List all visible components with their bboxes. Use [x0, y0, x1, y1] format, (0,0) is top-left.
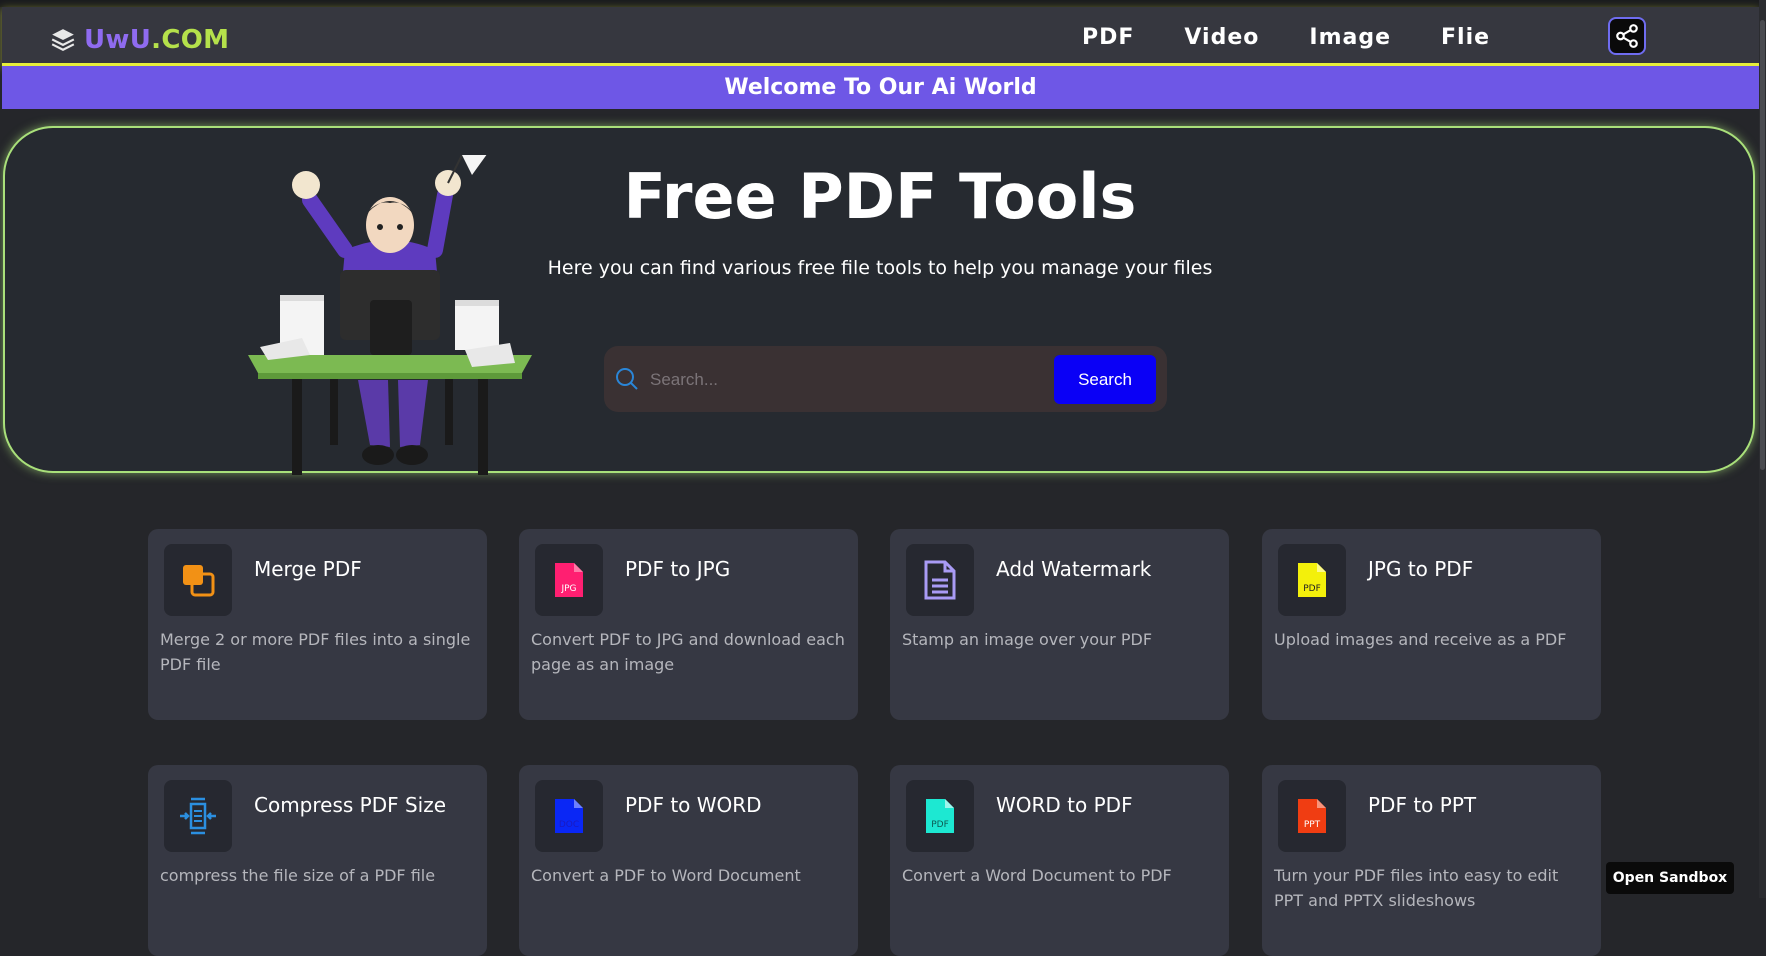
nav-link-image[interactable]: Image — [1309, 25, 1391, 50]
tool-title: PDF to WORD — [625, 793, 762, 817]
tool-icon-box: PDF — [906, 780, 974, 852]
share-icon — [1616, 24, 1638, 48]
tool-card-pdf-to-jpg[interactable]: JPG PDF to JPG Convert PDF to JPG and do… — [519, 529, 858, 720]
nav-links: PDF Video Image Flie — [1082, 25, 1540, 50]
tool-title: JPG to PDF — [1368, 557, 1474, 581]
tool-title: Add Watermark — [996, 557, 1152, 581]
tool-icon-box: PDF — [1278, 544, 1346, 616]
tool-icon-box: DOC — [535, 780, 603, 852]
tool-description: Convert a Word Document to PDF — [902, 866, 1172, 885]
navbar: UwU.COM PDF Video Image Flie — [2, 7, 1759, 66]
tool-icon-box — [164, 780, 232, 852]
logo-text-domain: .COM — [151, 25, 230, 55]
tool-description: compress the file size of a PDF file — [160, 866, 436, 885]
svg-text:PDF: PDF — [1303, 584, 1321, 594]
tool-description: Stamp an image over your PDF — [902, 630, 1153, 649]
hero-title: Free PDF Tools — [623, 160, 1137, 233]
tool-description: Convert a PDF to Word Document — [531, 866, 801, 885]
search-button[interactable]: Search — [1054, 355, 1156, 404]
svg-text:JPG: JPG — [560, 584, 576, 594]
logo[interactable]: UwU.COM — [50, 25, 229, 55]
top-strip — [0, 0, 1766, 7]
search-box: Search — [604, 346, 1167, 412]
layers-icon — [51, 29, 75, 51]
pdf-file-icon: PDF — [926, 799, 954, 833]
pdf-file-icon: PDF — [1298, 563, 1326, 597]
tool-card-pdf-to-word[interactable]: DOC PDF to WORD Convert a PDF to Word Do… — [519, 765, 858, 956]
tool-title: Compress PDF Size — [254, 793, 447, 817]
tool-card-jpg-to-pdf[interactable]: PDF JPG to PDF Upload images and receive… — [1262, 529, 1601, 720]
tool-card-word-to-pdf[interactable]: PDF WORD to PDF Convert a Word Document … — [890, 765, 1229, 956]
tool-card-pdf-to-ppt[interactable]: PPT PDF to PPT Turn your PDF files into … — [1262, 765, 1601, 956]
tool-description: Upload images and receive as a PDF — [1274, 630, 1567, 649]
hero-subtitle: Here you can find various free file tool… — [547, 257, 1213, 279]
nav-link-pdf[interactable]: PDF — [1082, 25, 1134, 50]
tool-title: PDF to PPT — [1368, 793, 1477, 817]
nav-link-file[interactable]: Flie — [1441, 25, 1490, 50]
merge-icon — [183, 565, 215, 597]
nav-link-video[interactable]: Video — [1184, 25, 1259, 50]
tool-description: Merge 2 or more PDF files into a single … — [160, 630, 471, 674]
compress-icon — [180, 797, 216, 835]
svg-text:DOC: DOC — [559, 820, 579, 830]
share-button[interactable] — [1608, 17, 1646, 55]
doc-file-icon: DOC — [555, 799, 583, 833]
svg-text:PDF: PDF — [931, 820, 949, 830]
logo-text-primary: UwU — [84, 25, 152, 55]
tool-title: PDF to JPG — [625, 557, 731, 581]
jpg-file-icon: JPG — [555, 563, 583, 597]
ppt-file-icon: PPT — [1298, 799, 1326, 833]
tool-icon-box: PPT — [1278, 780, 1346, 852]
tool-title: Merge PDF — [254, 557, 362, 581]
search-input[interactable] — [648, 359, 1022, 401]
document-icon — [924, 560, 956, 600]
logo-text: UwU.COM — [84, 25, 229, 55]
welcome-banner: Welcome To Our Ai World — [2, 66, 1759, 109]
tool-icon-box — [906, 544, 974, 616]
tool-card-merge-pdf[interactable]: Merge PDF Merge 2 or more PDF files into… — [148, 529, 487, 720]
scrollbar-thumb[interactable] — [1760, 20, 1765, 470]
svg-text:PPT: PPT — [1304, 820, 1321, 830]
tool-icon-box — [164, 544, 232, 616]
open-sandbox-button[interactable]: Open Sandbox — [1606, 862, 1734, 894]
tool-card-compress-pdf[interactable]: Compress PDF Size compress the file size… — [148, 765, 487, 956]
tool-card-add-watermark[interactable]: Add Watermark Stamp an image over your P… — [890, 529, 1229, 720]
tool-description: Turn your PDF files into easy to edit PP… — [1274, 866, 1559, 910]
tool-icon-box: JPG — [535, 544, 603, 616]
search-icon — [616, 368, 638, 390]
tool-title: WORD to PDF — [996, 793, 1133, 817]
tool-description: Convert PDF to JPG and download each pag… — [531, 630, 845, 674]
